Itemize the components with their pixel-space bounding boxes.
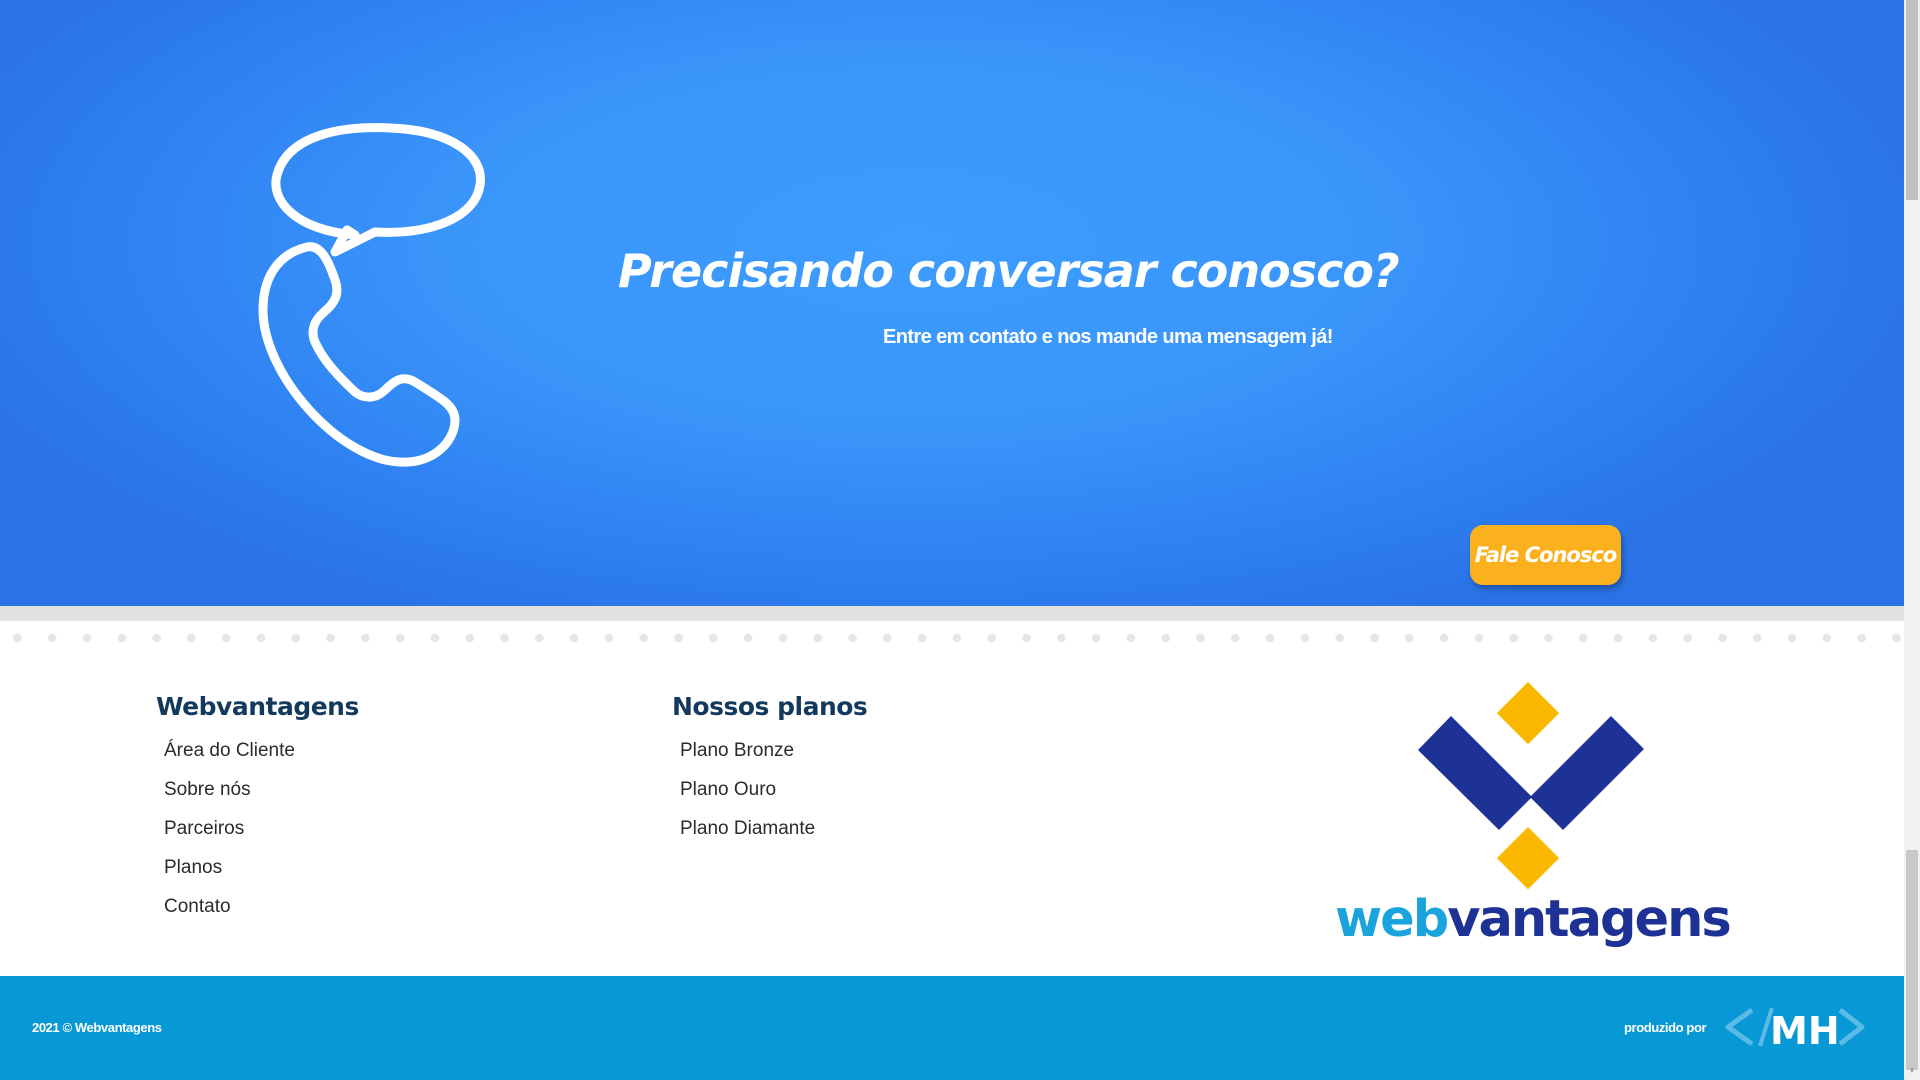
cta-title: Precisando conversar conosco? xyxy=(618,244,1400,298)
footer-link-partners[interactable]: Parceiros xyxy=(164,816,359,855)
producer-label: produzido por xyxy=(1624,1020,1707,1035)
footer-links-plans: Plano Bronze Plano Ouro Plano Diamante xyxy=(680,738,867,855)
vertical-scrollbar[interactable]: ▼ xyxy=(1904,0,1920,1080)
page: Precisando conversar conosco? Entre em c… xyxy=(0,0,1904,1080)
dotted-separator xyxy=(0,632,1904,644)
section-divider xyxy=(0,606,1904,621)
footer-links-company: Área do Cliente Sobre nós Parceiros Plan… xyxy=(164,738,359,933)
footer-column-plans: Nossos planos Plano Bronze Plano Ouro Pl… xyxy=(672,692,868,855)
footer-link-plan-gold[interactable]: Plano Ouro xyxy=(680,777,867,816)
footer-link-plan-diamond[interactable]: Plano Diamante xyxy=(680,816,867,855)
logo-mark-icon xyxy=(1418,682,1644,890)
scrollbar-track-segment[interactable] xyxy=(1906,850,1918,1070)
footer-link-contact[interactable]: Contato xyxy=(164,894,359,933)
footer-link-about[interactable]: Sobre nós xyxy=(164,777,359,816)
bottom-bar: 2021 © Webvantagens produzido por MH xyxy=(0,976,1904,1080)
footer-link-plans[interactable]: Planos xyxy=(164,855,359,894)
scrollbar-thumb[interactable] xyxy=(1906,0,1918,200)
scroll-down-arrow-icon[interactable]: ▼ xyxy=(1907,1066,1917,1076)
footer-column-company: Webvantagens Área do Cliente Sobre nós P… xyxy=(156,692,359,933)
producer-logo-text: MH xyxy=(1770,1009,1840,1052)
contact-cta-section: Precisando conversar conosco? Entre em c… xyxy=(0,0,1904,606)
footer-heading-plans: Nossos planos xyxy=(672,692,868,721)
producer-logo[interactable]: MH xyxy=(1722,1002,1867,1052)
logo-wordmark: webvantagens xyxy=(1335,890,1732,949)
webvantagens-logo: webvantagens xyxy=(1335,675,1732,975)
footer-heading-company: Webvantagens xyxy=(156,692,359,721)
logo-text-web: web xyxy=(1335,890,1449,949)
contact-us-button[interactable]: Fale Conosco xyxy=(1470,525,1621,585)
footer-link-plan-bronze[interactable]: Plano Bronze xyxy=(680,738,867,777)
phone-chat-icon xyxy=(258,123,485,467)
copyright-text: 2021 © Webvantagens xyxy=(32,1020,162,1035)
cta-subtitle: Entre em contato e nos mande uma mensage… xyxy=(883,326,1333,348)
footer-link-client-area[interactable]: Área do Cliente xyxy=(164,738,359,777)
logo-text-vantagens: vantagens xyxy=(1447,890,1732,949)
